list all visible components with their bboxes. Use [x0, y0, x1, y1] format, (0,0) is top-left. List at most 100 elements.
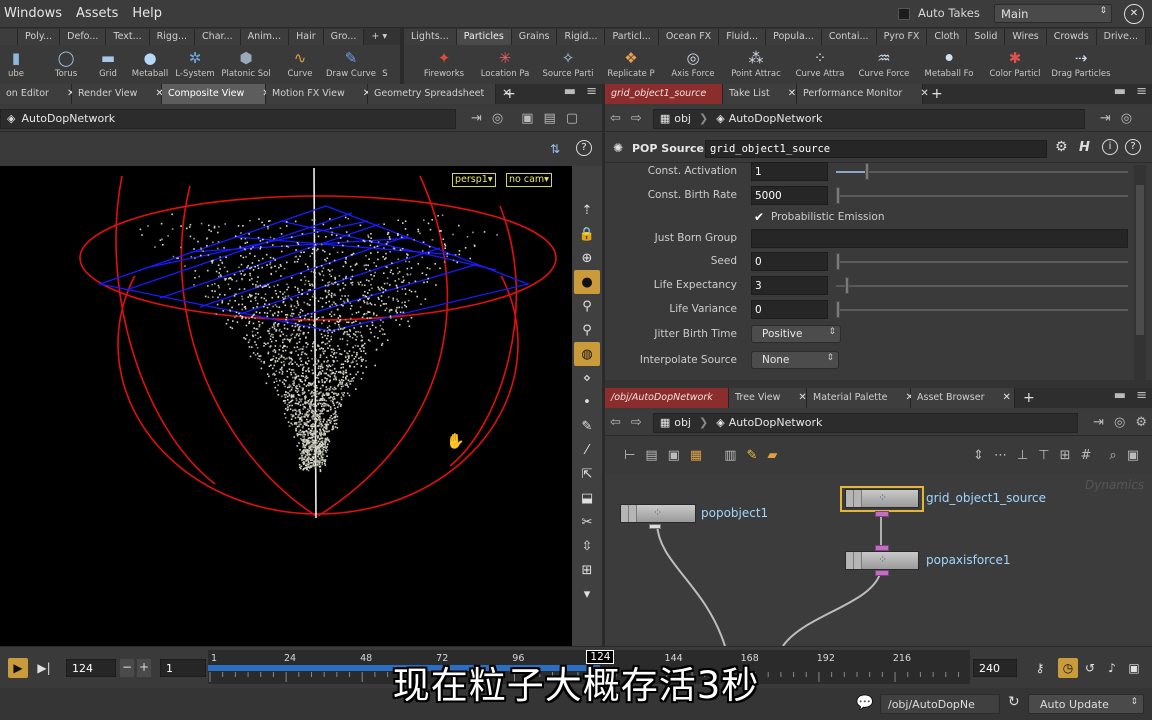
- info-icon[interactable]: i: [1102, 139, 1118, 155]
- seed-slider-track[interactable]: [836, 261, 1128, 263]
- param-path-field[interactable]: ▦ obj ❯ ◈ AutoDopNetwork: [652, 108, 1085, 129]
- const-activation-slider-track[interactable]: [836, 171, 1128, 173]
- checkmark-icon[interactable]: ✔: [754, 210, 764, 224]
- shelf-tab-drive[interactable]: Drive...: [1096, 29, 1147, 45]
- life-variance-field[interactable]: 0: [751, 300, 828, 319]
- shelf-tab-particles[interactable]: Particles: [456, 29, 512, 45]
- close-icon[interactable]: ✕: [1002, 388, 1010, 408]
- tool-axis-force[interactable]: ◎ Axis Force: [662, 45, 724, 79]
- menu-assets[interactable]: Assets: [76, 6, 118, 21]
- pane-splitter-horizontal[interactable]: [605, 380, 1152, 388]
- tab-network-path[interactable]: /obj/AutoDopNetwork✕: [605, 388, 739, 408]
- shelf-tab-pyro-fx[interactable]: Pyro FX: [876, 29, 928, 45]
- shelf-tab-deform[interactable]: Defo...: [60, 29, 107, 45]
- link-icon[interactable]: ◎: [1116, 111, 1137, 126]
- close-circle-icon[interactable]: ✕: [1124, 4, 1144, 24]
- tool-drag-particles[interactable]: ⇢ Drag Particles: [1048, 45, 1114, 79]
- popobject1-output-port[interactable]: [649, 524, 661, 529]
- const-activation-field[interactable]: 1: [751, 162, 828, 181]
- image-icon[interactable]: ▥: [719, 448, 741, 463]
- loop-icon[interactable]: ↺: [1080, 658, 1100, 678]
- tool-draw-curve[interactable]: ✎ Draw Curve: [326, 45, 376, 79]
- shelf-tab-particle-fluids[interactable]: Particl...: [605, 29, 659, 45]
- tool-grid[interactable]: ▬ Grid: [88, 45, 128, 79]
- shelf-add-icon[interactable]: + ▾: [364, 29, 395, 45]
- shelf-tab-rigging[interactable]: Rigg...: [149, 29, 196, 45]
- end-frame-field[interactable]: 240: [973, 659, 1017, 677]
- shelf-add-icon[interactable]: + ▾: [1146, 29, 1152, 45]
- tree-icon[interactable]: ⊢: [619, 448, 640, 463]
- param-scrollbar[interactable]: [1134, 165, 1146, 380]
- shelf-tab-rigid[interactable]: Rigid...: [557, 29, 606, 45]
- frame-increment-button[interactable]: +: [137, 659, 151, 677]
- add-tab-icon[interactable]: +: [1015, 388, 1043, 408]
- tab-motion-fx-view[interactable]: Motion FX View ✕: [266, 84, 371, 104]
- grid-icon[interactable]: #: [1076, 448, 1097, 463]
- list-icon[interactable]: ▤: [640, 448, 662, 463]
- search-icon[interactable]: ⌕: [1104, 448, 1121, 463]
- shelf-tab-lights[interactable]: Lights...: [404, 29, 457, 45]
- tool-fireworks[interactable]: ✦ Fireworks: [414, 45, 474, 79]
- tab-composite-editor[interactable]: on Editor✕: [0, 84, 75, 104]
- shelf-tab-container[interactable]: Contai...: [821, 29, 877, 45]
- tool-replicate[interactable]: ❖ Replicate P: [600, 45, 662, 79]
- seed-field[interactable]: 0: [751, 252, 828, 271]
- note-icon[interactable]: ✎: [742, 448, 763, 463]
- chevron-down-icon[interactable]: ▾: [574, 582, 600, 606]
- life-variance-slider-track[interactable]: [836, 309, 1128, 311]
- help-icon[interactable]: ?: [576, 140, 592, 156]
- add-tab-icon[interactable]: +: [923, 84, 951, 104]
- tab-render-view[interactable]: Render View ✕: [72, 84, 164, 104]
- tool-platonic[interactable]: ⬢ Platonic Sol: [218, 45, 274, 79]
- auto-takes-checkbox[interactable]: [898, 7, 910, 20]
- view-menu-icon[interactable]: ⇡: [574, 198, 600, 222]
- tab-geometry-spreadsheet[interactable]: Geometry Spreadsheet ✕: [368, 84, 511, 104]
- transform-icon[interactable]: ⇱: [574, 462, 600, 486]
- scrollbar-thumb[interactable]: [1136, 185, 1144, 335]
- grid-lines-icon[interactable]: ⊞: [1055, 448, 1076, 463]
- pin-icon[interactable]: ⇥: [1095, 111, 1116, 126]
- close-icon[interactable]: ✕: [798, 388, 806, 408]
- tab-grid-object-source[interactable]: grid_object1_source✕: [605, 84, 733, 104]
- audio-icon[interactable]: ♪: [1102, 658, 1122, 678]
- life-expectancy-slider-track[interactable]: [836, 285, 1128, 287]
- wireframe-icon[interactable]: ⋄: [574, 366, 600, 390]
- node-popobject1[interactable]: ⁘: [620, 504, 696, 523]
- life-expectancy-field[interactable]: 3: [751, 276, 828, 295]
- life-expectancy-slider-knob[interactable]: [844, 277, 849, 294]
- light-icon[interactable]: ●: [574, 270, 600, 294]
- step-forward-icon[interactable]: ▶|: [34, 658, 54, 678]
- viewport[interactable]: persp1▾ no cam▾ ✋: [0, 166, 572, 646]
- pane-menu-icon[interactable]: ▬: [1109, 84, 1131, 104]
- shelf-tab-poly[interactable]: Poly...: [18, 29, 61, 45]
- lock-icon[interactable]: 🔒: [574, 222, 600, 246]
- pin-icon[interactable]: ⇥: [466, 111, 487, 126]
- life-variance-slider-knob[interactable]: [836, 301, 840, 318]
- interpolate-source-select[interactable]: None ⇕: [751, 351, 839, 369]
- status-path[interactable]: /obj/AutoDopNe: [880, 694, 1000, 714]
- shelf-tab-hair[interactable]: Hair: [289, 29, 324, 45]
- snapshot-icon[interactable]: ▤: [539, 111, 561, 126]
- shading-icon[interactable]: ◍: [574, 342, 600, 366]
- play-icon[interactable]: ▶: [8, 658, 28, 678]
- frame-icon[interactable]: ▣: [1122, 448, 1144, 463]
- align-icon[interactable]: ⊥: [1012, 448, 1033, 463]
- dash-icon[interactable]: ⋯: [989, 448, 1012, 463]
- shelf-tab-texture[interactable]: Text...: [106, 29, 150, 45]
- view-options-icon[interactable]: ⇅: [550, 142, 560, 156]
- back-arrow-icon[interactable]: ⇦: [605, 415, 626, 430]
- shelf-tab-first[interactable]: [0, 29, 18, 45]
- shelf-tab-solid[interactable]: Solid: [967, 29, 1006, 45]
- frame-decrement-button[interactable]: −: [120, 659, 134, 677]
- update-mode-select[interactable]: Auto Update ⇕: [1028, 694, 1144, 714]
- tab-take-list[interactable]: Take List ✕: [723, 84, 797, 104]
- const-activation-slider-knob[interactable]: [864, 163, 869, 180]
- shelf-tab-groom[interactable]: Gro...: [323, 29, 365, 45]
- realtime-icon[interactable]: ◷: [1058, 658, 1078, 678]
- tool-s[interactable]: S: [376, 45, 394, 79]
- snap-icon[interactable]: ⊕: [574, 246, 600, 270]
- camera-menu[interactable]: persp1▾: [452, 173, 496, 187]
- grid-snap-icon[interactable]: ⊞: [574, 558, 600, 582]
- network-path-field[interactable]: ▦ obj ❯ ◈ AutoDopNetwork: [652, 412, 1079, 433]
- menu-windows[interactable]: Windows: [4, 6, 62, 21]
